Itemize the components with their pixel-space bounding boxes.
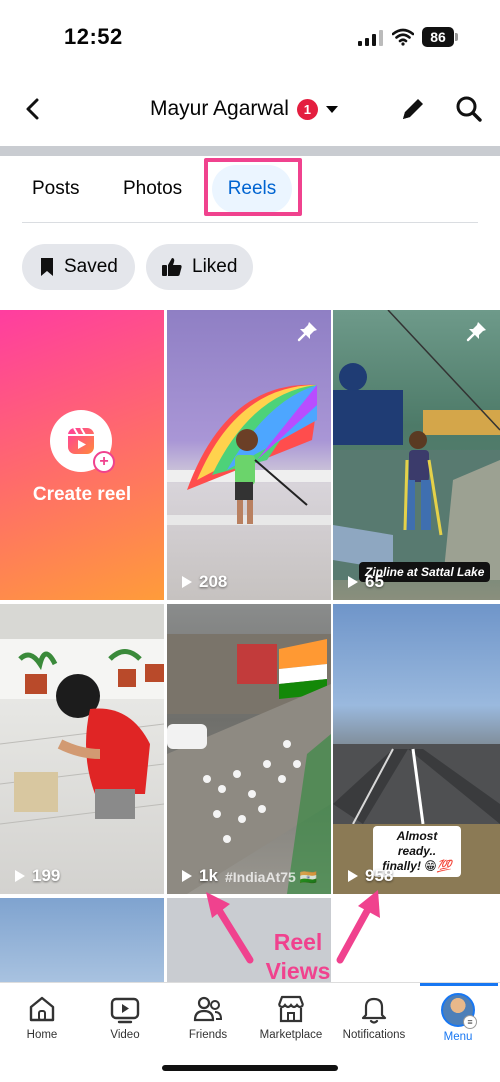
home-indicator [162, 1065, 338, 1071]
thumbs-up-icon [162, 258, 182, 276]
reels-tab-highlight [204, 158, 302, 216]
reel-thumbnail-image [167, 634, 331, 894]
play-icon [348, 870, 358, 882]
nav-active-indicator [420, 983, 498, 986]
wifi-icon [392, 28, 414, 46]
play-icon [15, 870, 25, 882]
pin-icon [297, 322, 317, 342]
status-time: 12:52 [64, 24, 123, 49]
back-arrow-icon[interactable] [18, 92, 48, 126]
saved-filter-button[interactable]: Saved [22, 244, 135, 290]
plus-icon: + [93, 451, 115, 473]
reel-view-count: 199 [14, 866, 60, 886]
nav-item-home[interactable]: Home [0, 993, 84, 1041]
nav-item-marketplace[interactable]: Marketplace [249, 993, 333, 1041]
cellular-signal-icon [358, 30, 383, 46]
battery-icon: 86 [422, 27, 458, 47]
battery-level: 86 [422, 27, 454, 47]
reel-caption: #IndiaAt75 🇮🇳 [225, 869, 318, 885]
menu-icon: ≡ [463, 1015, 477, 1029]
reel-view-count: 65 [347, 572, 384, 592]
bookmark-icon [41, 258, 53, 276]
reel-view-count: 208 [181, 572, 227, 592]
play-icon [182, 870, 192, 882]
reel-view-count: 958 [347, 866, 393, 886]
search-icon[interactable] [454, 94, 484, 124]
reel-thumbnail[interactable] [0, 898, 164, 982]
nav-item-notifications[interactable]: Notifications [332, 993, 416, 1041]
status-bar: 12:52 86 [0, 0, 500, 72]
liked-filter-button[interactable]: Liked [146, 244, 253, 290]
nav-item-menu[interactable]: ≡ Menu [416, 993, 500, 1043]
tab-divider [22, 222, 478, 223]
tab-posts[interactable]: Posts [32, 170, 80, 208]
profile-switcher[interactable]: Mayur Agarwal 1 [150, 94, 338, 124]
play-icon [182, 576, 192, 588]
friends-icon [193, 996, 223, 1022]
saved-filter-label: Saved [64, 256, 118, 277]
liked-filter-label: Liked [192, 256, 238, 277]
reel-thumbnail[interactable]: 199 [0, 604, 164, 894]
marketplace-icon [277, 995, 305, 1023]
create-reel-label: Create reel [32, 484, 132, 505]
reel-view-count: 1k [181, 866, 218, 886]
reel-thumbnail-image [167, 384, 331, 525]
page-title: Mayur Agarwal [150, 97, 289, 120]
tab-photos[interactable]: Photos [123, 170, 182, 208]
reel-thumbnail[interactable]: #IndiaAt75 🇮🇳 1k [167, 604, 331, 894]
nav-item-friends[interactable]: Friends [166, 993, 250, 1041]
profile-avatar: ≡ [441, 993, 477, 1029]
section-divider [0, 146, 500, 156]
reel-thumbnail-image [0, 604, 164, 825]
profile-header: Mayur Agarwal 1 [0, 72, 500, 146]
reel-thumbnail[interactable]: 208 [167, 310, 331, 600]
play-icon [348, 576, 358, 588]
create-reel-tile[interactable]: + Create reel [0, 310, 164, 600]
chevron-down-icon [325, 105, 338, 113]
nav-item-video[interactable]: Video [83, 993, 167, 1041]
annotation-label: Reel Views [265, 929, 331, 984]
reel-thumbnail-image [333, 310, 500, 580]
reel-thumbnail[interactable]: Zipline at Sattal Lake 65 [333, 310, 500, 600]
notification-badge: 1 [296, 98, 318, 120]
home-icon [29, 996, 55, 1022]
video-icon [110, 997, 140, 1024]
pin-icon [466, 322, 486, 342]
edit-pencil-icon[interactable] [398, 94, 428, 124]
reel-thumbnail[interactable]: Almost ready.. finally! 😁💯 958 [333, 604, 500, 894]
bell-icon [361, 997, 387, 1024]
